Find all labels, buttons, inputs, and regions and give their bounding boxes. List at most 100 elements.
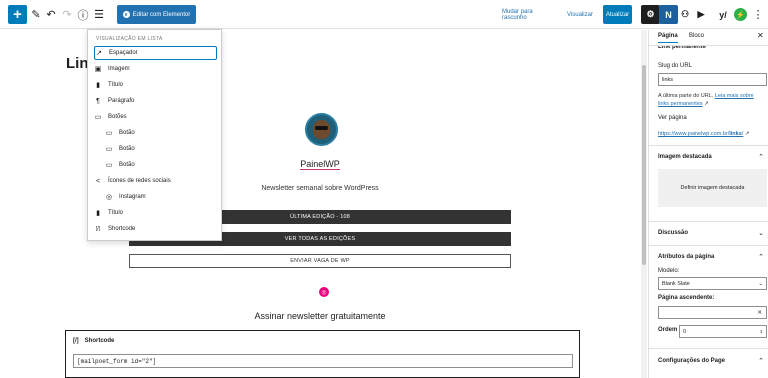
shortcode-block[interactable]: [/] Shortcode [mailpoet_form id="2"]	[65, 330, 580, 378]
parent-page-label: Página ascendente:	[658, 295, 715, 301]
list-item-label: Botão	[119, 130, 135, 136]
list-item-label: Botão	[119, 162, 135, 168]
discussion-title: Discussão	[658, 230, 689, 236]
order-value: 0	[683, 328, 687, 335]
list-item-label: Título	[108, 210, 124, 216]
template-select-value: Blank Slate	[662, 280, 690, 287]
send-job-button[interactable]: ENVIAR VAGA DE WP	[129, 254, 511, 268]
list-item-social-icons[interactable]: < Ícones de redes sociais	[94, 174, 217, 188]
close-icon[interactable]: ✕	[757, 31, 764, 40]
external-link-icon: ↗	[704, 101, 709, 107]
featured-image-title: Imagem destacada	[658, 154, 712, 160]
slug-label: Slug do URL	[658, 63, 693, 69]
elementor-button-label: Editar com Elementor	[132, 11, 191, 18]
sidebar-tabs: Página Bloco ✕	[649, 30, 768, 46]
list-item-instagram[interactable]: ◎ Instagram	[105, 190, 217, 204]
pencil-icon[interactable]: ✎	[30, 5, 42, 24]
slug-input[interactable]: links	[658, 73, 767, 86]
paragraph-icon: ¶	[96, 97, 100, 105]
redo-icon[interactable]: ↷	[61, 5, 73, 24]
list-view-icon[interactable]: ☰	[93, 5, 105, 24]
list-item-label: Shortcode	[108, 226, 136, 232]
preview-link[interactable]: Visualizar	[566, 5, 594, 24]
save-draft-link[interactable]: Mudar para rascunho	[502, 5, 559, 24]
chevron-up-icon[interactable]: ⌃	[758, 153, 764, 161]
permalink-heading-partial[interactable]: Link permanente	[658, 46, 706, 52]
list-view-panel: VISUALIZAÇÃO EM LISTA ↗ Espaçador ▣ Imag…	[87, 29, 222, 241]
canvas-scrollbar-thumb[interactable]	[642, 65, 646, 265]
stepper-icon[interactable]: ⇕	[760, 329, 763, 334]
view-page-url-prefix[interactable]: https://www.painelwp.com.br/	[658, 131, 729, 137]
buttons-icon: ▭	[94, 114, 102, 121]
featured-image-section[interactable]: Imagem destacada ⌃	[649, 145, 768, 169]
more-options-icon[interactable]: ⋮	[752, 5, 764, 24]
undo-icon[interactable]: ↶	[45, 5, 57, 24]
site-avatar-image[interactable]	[305, 113, 338, 146]
template-select[interactable]: Blank Slate ⌄	[658, 277, 767, 290]
chevron-up-icon[interactable]: ⌃	[758, 253, 764, 261]
list-item-button[interactable]: ▭ Botão	[105, 142, 217, 156]
list-item-label: Botões	[108, 114, 127, 120]
view-page-url-slug[interactable]: links	[729, 131, 742, 137]
yoast-icon[interactable]: y/	[716, 5, 730, 24]
list-item-button[interactable]: ▭ Botão	[105, 158, 217, 172]
info-icon[interactable]: ⓘ	[77, 5, 89, 24]
set-featured-image-button[interactable]: Definir imagem destacada	[658, 169, 767, 207]
list-item-spacer[interactable]: ↗ Espaçador	[94, 46, 217, 60]
site-name-text: PainelWP	[300, 159, 340, 170]
list-item-heading[interactable]: ▮ Título	[94, 206, 217, 220]
image-icon: ▣	[94, 66, 102, 73]
plugin-bolt-icon[interactable]: ⚡	[734, 8, 747, 21]
plugin-link-icon[interactable]: ⚇	[678, 5, 692, 24]
shortcode-block-header: [/] Shortcode	[73, 338, 114, 344]
edit-with-elementor-button[interactable]: e Editar com Elementor	[117, 5, 196, 24]
slug-help-text-1: A última parte do URL.	[658, 93, 714, 99]
tab-page[interactable]: Página	[658, 33, 678, 43]
shortcode-icon: [/]	[95, 226, 101, 232]
list-item-label: Instagram	[119, 194, 146, 200]
subscribe-heading[interactable]: Assinar newsletter gratuitamente	[0, 311, 640, 321]
plugin-n-icon[interactable]: N	[659, 5, 678, 24]
list-item-paragraph[interactable]: ¶ Parágrafo	[94, 94, 217, 108]
avatar-face	[313, 120, 330, 139]
order-label: Ordem	[658, 327, 678, 333]
editor-toolbar: + ✎ ↶ ↷ ⓘ ☰ e Editar com Elementor Mudar…	[0, 0, 768, 29]
list-item-label: Parágrafo	[108, 98, 135, 104]
page-attributes-section[interactable]: Atributos da página ⌃	[649, 245, 768, 269]
parent-page-input[interactable]: ✕	[658, 306, 767, 319]
plugin-ticket-icon[interactable]: ▶	[694, 5, 708, 24]
list-item-shortcode[interactable]: [/] Shortcode	[94, 222, 217, 236]
view-page-url[interactable]: https://www.painelwp.com.br/links/ ↗	[658, 130, 763, 138]
instagram-icon: ◎	[105, 194, 113, 201]
bookmark-icon: ▮	[96, 82, 100, 89]
list-item-button[interactable]: ▭ Botão	[105, 126, 217, 140]
tab-block[interactable]: Bloco	[689, 33, 704, 39]
list-item-label: Espaçador	[109, 50, 138, 56]
add-block-button[interactable]: +	[8, 5, 27, 24]
list-item-buttons[interactable]: ▭ Botões	[94, 110, 217, 124]
view-page-url-suffix[interactable]: /	[742, 131, 744, 137]
shortcode-label: Shortcode	[84, 338, 115, 344]
instagram-icon[interactable]: ◎	[319, 287, 329, 297]
list-item-image[interactable]: ▣ Imagem	[94, 62, 217, 76]
elementor-icon: e	[122, 11, 130, 18]
order-input[interactable]: 0 ⇕	[679, 325, 767, 338]
list-view-title: VISUALIZAÇÃO EM LISTA	[96, 36, 163, 42]
clear-icon[interactable]: ✕	[757, 310, 762, 316]
share-icon: <	[95, 177, 101, 185]
external-link-icon: ↗	[744, 131, 750, 137]
discussion-section[interactable]: Discussão ⌄	[649, 221, 768, 245]
shortcode-input[interactable]: [mailpoet_form id="2"]	[73, 354, 573, 368]
chevron-down-icon[interactable]: ⌄	[758, 229, 764, 237]
spacer-icon: ↗	[96, 50, 102, 57]
template-label: Modelo:	[658, 268, 680, 274]
list-item-heading[interactable]: ▮ Título	[94, 78, 217, 92]
button-icon: ▭	[105, 130, 113, 137]
button-icon: ▭	[105, 146, 113, 153]
page-settings-section[interactable]: Configurações do Page ⌃	[649, 348, 768, 378]
settings-gear-icon[interactable]: ⚙	[641, 5, 660, 24]
list-item-label: Ícones de redes sociais	[108, 178, 171, 184]
page-settings-title: Configurações do Page	[658, 358, 726, 364]
chevron-up-icon[interactable]: ⌃	[758, 357, 764, 365]
update-button[interactable]: Atualizar	[603, 5, 632, 24]
